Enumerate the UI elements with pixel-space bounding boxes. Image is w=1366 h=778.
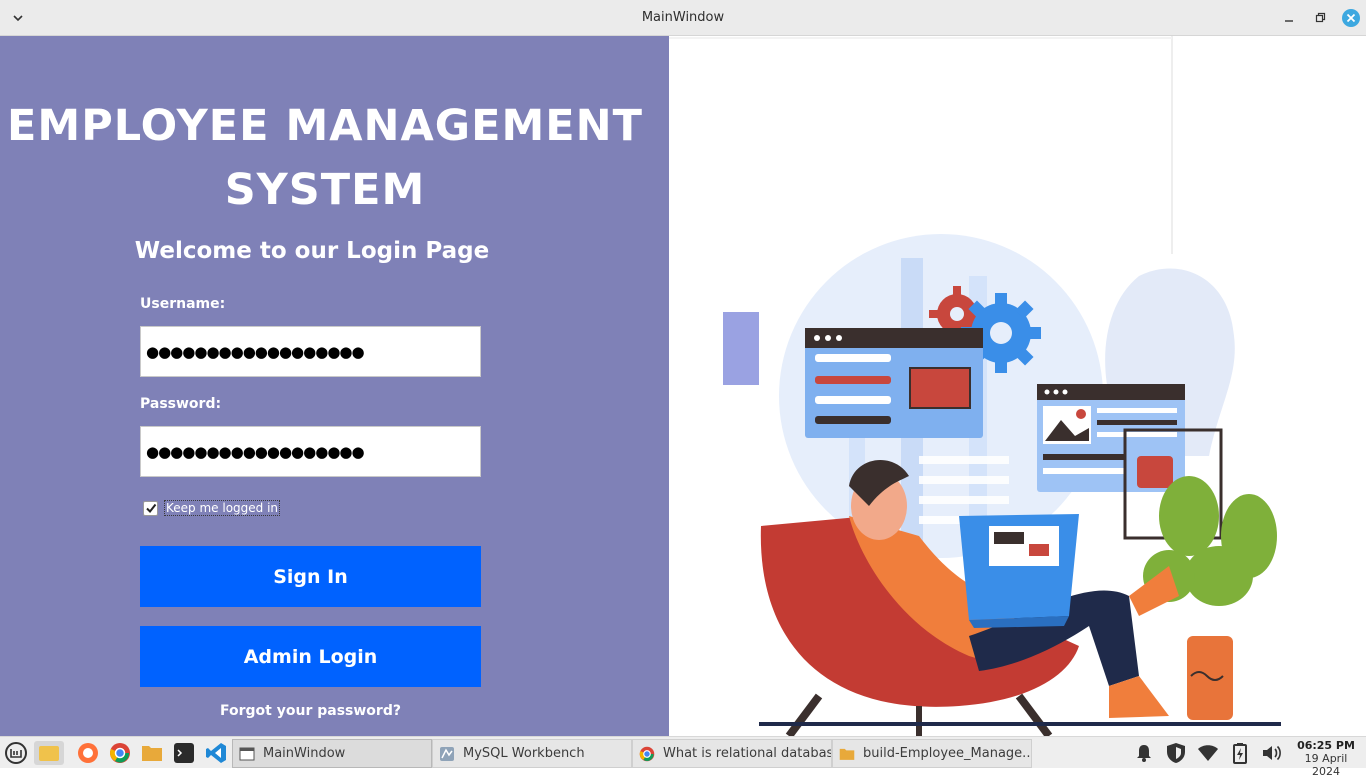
minimize-button[interactable] xyxy=(1280,9,1298,27)
admin-login-button[interactable]: Admin Login xyxy=(140,626,481,687)
maximize-button[interactable] xyxy=(1311,9,1329,27)
sign-in-button[interactable]: Sign In xyxy=(140,546,481,607)
wifi-icon[interactable] xyxy=(1196,741,1220,765)
login-illustration xyxy=(669,36,1366,736)
password-label: Password: xyxy=(140,396,222,412)
clock-time: 06:25 PM xyxy=(1297,739,1355,752)
close-button[interactable] xyxy=(1342,9,1360,27)
forgot-password-link[interactable]: Forgot your password? xyxy=(140,703,481,719)
app-title: EMPLOYEE MANAGEMENT SYSTEM xyxy=(0,94,650,222)
task-mysql-workbench[interactable]: MySQL Workbench xyxy=(432,739,632,768)
task-mainwindow[interactable]: MainWindow xyxy=(232,739,432,768)
login-panel: EMPLOYEE MANAGEMENT SYSTEM Welcome to ou… xyxy=(0,36,669,736)
firefox-icon[interactable] xyxy=(76,741,100,765)
files-icon[interactable] xyxy=(140,741,164,765)
keep-logged-in-checkbox[interactable]: Keep me logged in xyxy=(143,500,281,516)
welcome-heading: Welcome to our Login Page xyxy=(134,238,490,264)
task-label: MainWindow xyxy=(263,746,346,761)
task-label: What is relational databas... xyxy=(663,746,832,761)
task-label: MySQL Workbench xyxy=(463,746,585,761)
window-icon xyxy=(239,747,255,760)
mint-menu-icon[interactable] xyxy=(4,741,28,765)
show-desktop-icon[interactable] xyxy=(34,741,64,765)
volume-icon[interactable] xyxy=(1260,741,1284,765)
password-field[interactable]: ●●●●●●●●●●●●●●●●●● xyxy=(140,426,481,477)
clock-date: 19 April 2024 xyxy=(1304,752,1348,778)
window-title: MainWindow xyxy=(641,10,725,25)
vscode-icon[interactable] xyxy=(204,741,228,765)
checkbox-checked-icon[interactable] xyxy=(143,500,158,516)
app-title-line1: EMPLOYEE MANAGEMENT xyxy=(7,101,643,151)
app-title-line2: SYSTEM xyxy=(224,165,426,215)
chrome-icon xyxy=(639,746,655,761)
task-label: build-Employee_Manage... xyxy=(863,746,1032,761)
mysql-icon xyxy=(440,746,454,761)
task-chrome[interactable]: What is relational databas... xyxy=(632,739,832,768)
taskbar: MainWindow MySQL Workbench What is relat… xyxy=(0,736,1366,778)
username-label: Username: xyxy=(140,296,226,312)
taskbar-clock[interactable]: 06:25 PM 19 April 2024 xyxy=(1290,739,1362,778)
terminal-icon[interactable] xyxy=(172,741,196,765)
keep-logged-in-label[interactable]: Keep me logged in xyxy=(164,500,281,516)
task-folder[interactable]: build-Employee_Manage... xyxy=(832,739,1032,768)
notification-bell-icon[interactable] xyxy=(1132,741,1156,765)
username-field[interactable]: ●●●●●●●●●●●●●●●●●● xyxy=(140,326,481,377)
battery-icon[interactable] xyxy=(1228,741,1252,765)
chrome-icon[interactable] xyxy=(108,741,132,765)
window-titlebar: MainWindow xyxy=(0,0,1366,36)
shield-icon[interactable] xyxy=(1164,741,1188,765)
person-with-laptop-illustration xyxy=(669,36,1281,736)
folder-icon xyxy=(839,748,855,760)
